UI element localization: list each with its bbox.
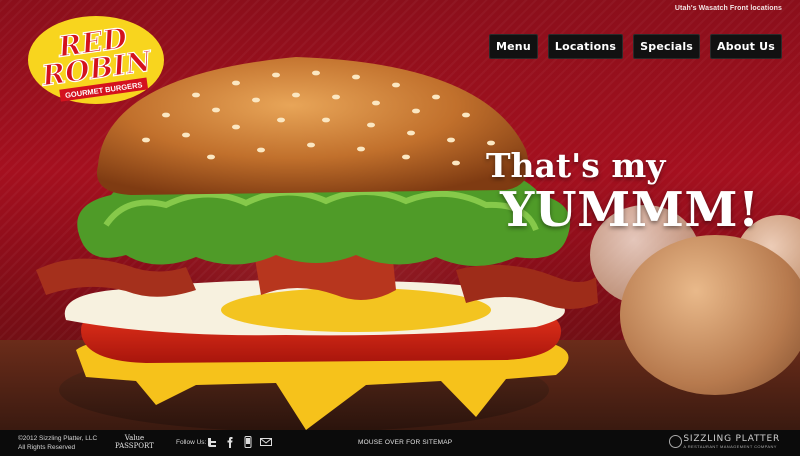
rights-text: All Rights Reserved — [18, 444, 76, 451]
copyright: ©2012 Sizzling Platter, LLC All Rights R… — [18, 434, 97, 452]
sizzling-platter-logo[interactable]: SIZZLING PLATTER A RESTAURANT MANAGEMENT… — [669, 434, 780, 449]
company-name: SIZZLING PLATTER — [683, 434, 780, 444]
social-links — [206, 436, 272, 448]
follow-label: Follow Us: — [176, 439, 207, 446]
nav-about-us[interactable]: About Us — [710, 34, 782, 59]
nav-locations[interactable]: Locations — [547, 34, 624, 59]
company-tagline: A RESTAURANT MANAGEMENT COMPANY — [683, 444, 777, 449]
red-robin-logo[interactable]: RED ROBIN GOURMET BURGERS — [26, 14, 166, 106]
sizzling-platter-mark-icon — [669, 435, 683, 448]
hero-headline: That's my YUMMM! — [486, 146, 760, 238]
nav-specials[interactable]: Specials — [633, 34, 701, 59]
background-egg — [620, 235, 800, 395]
footer: ©2012 Sizzling Platter, LLC All Rights R… — [0, 430, 800, 456]
mobile-icon[interactable] — [242, 436, 254, 448]
passport-line-2: PASSPORT — [115, 442, 154, 450]
sitemap-trigger[interactable]: MOUSE OVER FOR SITEMAP — [358, 439, 452, 446]
main-nav: Menu Locations Specials About Us — [489, 34, 782, 59]
nav-menu[interactable]: Menu — [489, 34, 538, 59]
headline-line-2: YUMMM! — [500, 182, 760, 238]
headline-line-1: That's my — [486, 146, 666, 185]
facebook-icon[interactable] — [224, 436, 236, 448]
twitter-icon[interactable] — [206, 436, 218, 448]
passport-line-1: Value — [124, 434, 145, 442]
site-tagline[interactable]: Utah's Wasatch Front locations — [675, 5, 782, 12]
copyright-text: ©2012 Sizzling Platter, LLC — [18, 435, 98, 442]
email-icon[interactable] — [260, 436, 272, 448]
value-passport-logo[interactable]: Value PASSPORT — [115, 434, 154, 450]
